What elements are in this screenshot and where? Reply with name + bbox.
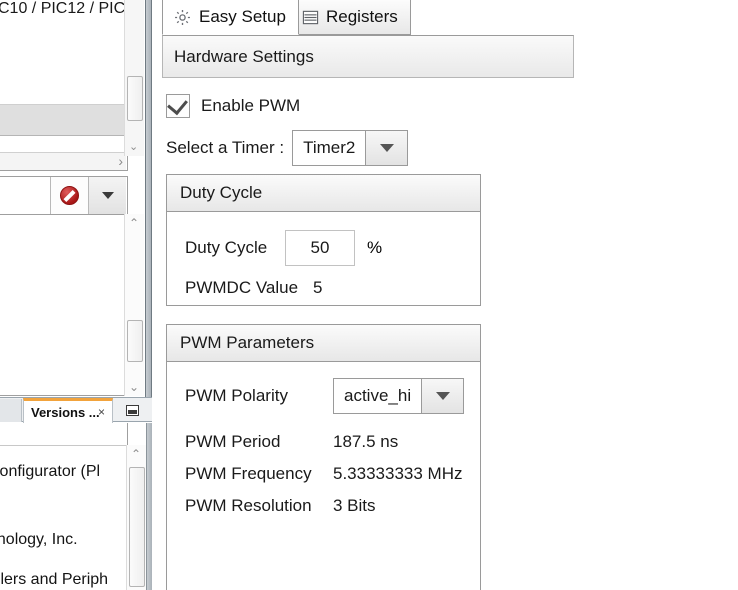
- pwm-configuration-panel: Easy Setup Registers Hardware: [152, 0, 738, 590]
- timer-select[interactable]: Timer2: [292, 130, 408, 166]
- dropdown-button[interactable]: [88, 177, 126, 214]
- tabbar: Easy Setup Registers: [152, 0, 574, 35]
- enable-pwm-label: Enable PWM: [201, 96, 300, 116]
- pwm-polarity-arrow[interactable]: [421, 379, 463, 413]
- secondary-pane: [0, 176, 128, 396]
- versions-output-pane: Configurator (Pl hnology, Inc. ollers an…: [0, 423, 128, 590]
- scrollbar-thumb[interactable]: [127, 76, 143, 121]
- scroll-right-arrow-icon[interactable]: ›: [118, 153, 123, 170]
- left-docked-panes: C10 / PIC12 / PIC › ⌄ ⌃ ⌄: [0, 0, 152, 590]
- minimize-icon: [126, 405, 139, 416]
- pwm-parameters-group: PWM Parameters PWM Polarity active_hi PW…: [166, 324, 481, 590]
- scrollbar-thumb[interactable]: [127, 320, 143, 362]
- duty-cycle-unit: %: [367, 238, 382, 258]
- pwm-polarity-label: PWM Polarity: [185, 386, 333, 406]
- scroll-up-arrow-icon[interactable]: ⌃: [131, 447, 141, 461]
- close-icon[interactable]: ×: [98, 405, 105, 419]
- pwm-polarity-row: PWM Polarity active_hi: [185, 378, 464, 414]
- device-list-hscrollbar[interactable]: ›: [0, 152, 126, 170]
- check-icon: [167, 94, 188, 115]
- pwmdc-value-row: PWMDC Value 5: [185, 270, 322, 306]
- minimize-dock-button[interactable]: [117, 400, 147, 421]
- settings-content: Enable PWM Select a Timer : Timer2 Duty …: [152, 78, 738, 590]
- divider: [0, 445, 128, 446]
- select-timer-row: Select a Timer : Timer2: [166, 130, 408, 166]
- tabstrip-gutter: [0, 399, 22, 422]
- pwmdc-value-label: PWMDC Value: [185, 278, 313, 298]
- timer-select-arrow[interactable]: [365, 131, 407, 165]
- window-splitter-top[interactable]: [145, 0, 152, 397]
- pwm-polarity-value: active_hi: [334, 379, 421, 413]
- chevron-down-icon: [380, 144, 394, 152]
- gear-icon: [173, 8, 192, 27]
- app-root: C10 / PIC12 / PIC › ⌄ ⌃ ⌄: [0, 0, 738, 590]
- tab-versions-label: Versions ...: [31, 405, 100, 420]
- hardware-settings-title: Hardware Settings: [174, 47, 314, 67]
- pwm-frequency-value: 5.33333333 MHz: [333, 464, 462, 484]
- versions-line: Configurator (Pl: [0, 463, 100, 481]
- device-list-title: C10 / PIC12 / PIC: [0, 0, 125, 18]
- scroll-down-arrow-icon[interactable]: ⌄: [129, 140, 138, 153]
- duty-cycle-field-row: Duty Cycle 50 %: [185, 230, 382, 266]
- versions-line: ollers and Periph: [0, 571, 108, 589]
- tab-registers[interactable]: Registers: [291, 0, 411, 35]
- pwm-frequency-row: PWM Frequency 5.33333333 MHz: [185, 456, 462, 492]
- duty-cycle-input[interactable]: 50: [285, 230, 355, 266]
- secondary-pane-vscrollbar[interactable]: ⌃ ⌄: [124, 214, 144, 396]
- chevron-down-icon: [102, 192, 114, 199]
- pwm-frequency-label: PWM Frequency: [185, 464, 333, 484]
- duty-cycle-group-title: Duty Cycle: [167, 175, 480, 212]
- tab-easy-setup[interactable]: Easy Setup: [162, 0, 299, 35]
- tab-versions[interactable]: Versions ... ×: [23, 398, 113, 423]
- pwm-resolution-row: PWM Resolution 3 Bits: [185, 488, 376, 524]
- no-entry-icon: [60, 186, 79, 205]
- registers-icon: [302, 9, 319, 26]
- select-timer-label: Select a Timer :: [166, 138, 284, 158]
- versions-pane-vscrollbar[interactable]: ⌃: [126, 445, 146, 590]
- device-list-selected-row[interactable]: [0, 104, 126, 136]
- no-entry-button[interactable]: [50, 177, 88, 214]
- pwm-resolution-value: 3 Bits: [333, 496, 376, 516]
- device-list-vscrollbar[interactable]: ⌄: [124, 0, 144, 156]
- hardware-settings-header: Hardware Settings: [162, 35, 574, 78]
- enable-pwm-row: Enable PWM: [166, 94, 300, 118]
- enable-pwm-checkbox[interactable]: [166, 94, 190, 118]
- pwm-period-value: 187.5 ns: [333, 432, 398, 452]
- chevron-down-icon: [436, 392, 450, 400]
- pwm-resolution-label: PWM Resolution: [185, 496, 333, 516]
- toolbar-combo-strip: [0, 177, 126, 215]
- duty-cycle-group: Duty Cycle Duty Cycle 50 % PWMDC Value 5: [166, 174, 481, 306]
- pwm-period-label: PWM Period: [185, 432, 333, 452]
- scroll-up-arrow-icon[interactable]: ⌃: [129, 216, 139, 230]
- scroll-down-arrow-icon[interactable]: ⌄: [129, 380, 139, 394]
- pwmdc-value-text: 5: [313, 278, 322, 298]
- duty-cycle-label: Duty Cycle: [185, 238, 285, 258]
- scrollbar-thumb[interactable]: [129, 467, 145, 587]
- versions-line: hnology, Inc.: [0, 531, 78, 549]
- tab-registers-label: Registers: [326, 7, 398, 27]
- device-list-pane: C10 / PIC12 / PIC ›: [0, 0, 128, 171]
- bottom-dock-tabstrip: Versions ... ×: [0, 397, 152, 422]
- timer-select-value: Timer2: [293, 131, 365, 165]
- pwm-period-row: PWM Period 187.5 ns: [185, 424, 398, 460]
- pwm-polarity-select[interactable]: active_hi: [333, 378, 464, 414]
- pwm-parameters-group-title: PWM Parameters: [167, 325, 480, 362]
- tab-easy-setup-label: Easy Setup: [199, 7, 286, 27]
